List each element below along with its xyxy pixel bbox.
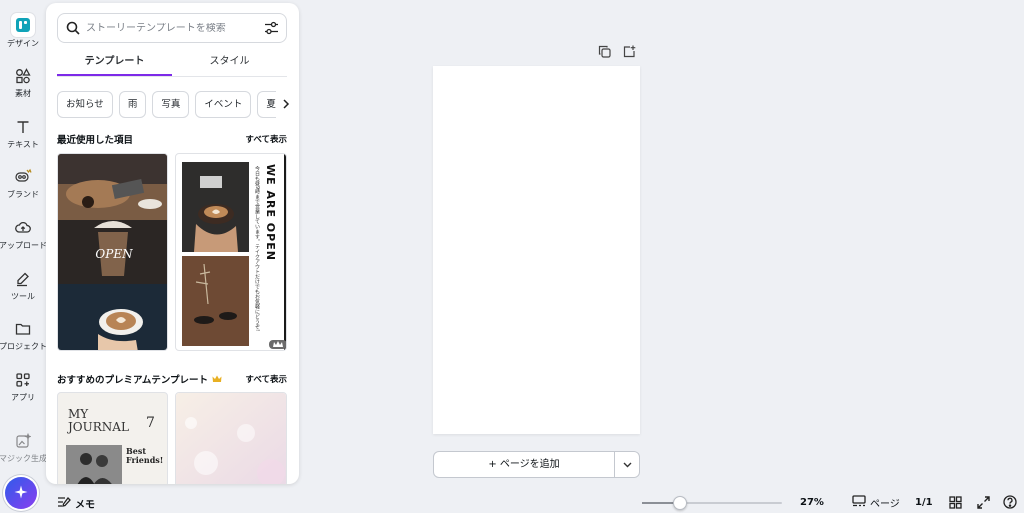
fullscreen-icon[interactable]	[976, 495, 990, 509]
grid-view-icon[interactable]	[948, 495, 962, 509]
search-icon	[66, 21, 80, 35]
rail-item-label: ツール	[11, 292, 35, 301]
premium-see-all-link[interactable]: すべて表示	[245, 373, 287, 385]
templates-panel: テンプレート スタイル お知らせ 雨 写真 イベント 夏 最近使用した項目 すべ…	[46, 3, 299, 484]
premium-section-title: おすすめのプレミアムテンプレート	[57, 375, 209, 386]
rail-item-text[interactable]: テキスト	[0, 113, 46, 159]
notes-icon	[57, 496, 71, 511]
premium-template-bokeh[interactable]	[175, 392, 287, 484]
apps-icon	[12, 369, 34, 391]
add-page-icon[interactable]	[623, 45, 636, 61]
template-b-title: WE ARE OPEN	[264, 164, 277, 261]
filter-chips: お知らせ 雨 写真 イベント 夏	[57, 91, 293, 119]
design-page-canvas[interactable]	[433, 66, 640, 434]
filter-icon[interactable]	[264, 21, 279, 35]
bottom-bar: メモ 27% ページ 1/1	[0, 490, 1024, 513]
rail-item-upload[interactable]: アップロード	[0, 214, 47, 260]
tab-templates[interactable]: テンプレート	[57, 51, 172, 76]
duplicate-page-icon[interactable]	[598, 45, 611, 61]
text-icon	[12, 116, 34, 138]
folder-icon	[12, 318, 34, 340]
tab-styles[interactable]: スタイル	[172, 51, 287, 76]
zoom-slider-handle[interactable]	[673, 496, 687, 510]
design-icon	[11, 13, 35, 37]
rail-item-elements[interactable]: 素材	[0, 62, 46, 108]
crown-icon	[212, 373, 222, 386]
zoom-level[interactable]: 27%	[800, 497, 824, 508]
premium-template-journal[interactable]: MY JOURNAL 7 Best Friends!	[57, 392, 168, 484]
chip-event[interactable]: イベント	[195, 91, 252, 118]
upload-icon	[12, 217, 34, 239]
rail-item-label: テキスト	[7, 140, 39, 149]
rail-item-projects[interactable]: プロジェクト	[0, 315, 47, 361]
draw-icon	[12, 268, 34, 290]
add-page-control: + ページを追加	[433, 451, 640, 478]
rail-item-label: マジック生成	[0, 454, 47, 463]
rail-item-label: デザイン	[7, 39, 39, 48]
journal-title: MY JOURNAL	[68, 407, 129, 434]
add-page-dropdown-button[interactable]	[615, 452, 639, 477]
elements-icon	[12, 65, 34, 87]
template-b-body-text: 今日も昼9時まで営業しています。テイクアウトだけでもお気軽にどうぞ!	[254, 166, 260, 332]
rail-item-draw[interactable]: ツール	[0, 265, 46, 311]
brand-icon	[12, 166, 34, 188]
journal-number: 7	[146, 415, 155, 431]
recent-template-we-are-open[interactable]: WE ARE OPEN 今日も昼9時まで営業しています。テイクアウトだけでもお気…	[175, 153, 287, 351]
chip-photo[interactable]: 写真	[152, 91, 190, 118]
journal-photo	[66, 445, 122, 484]
chevron-down-icon	[623, 458, 632, 471]
pages-label: ページ	[870, 499, 900, 510]
rail-item-label: アップロード	[0, 241, 47, 250]
recent-template-cafe-open[interactable]: OPEN	[57, 153, 168, 351]
premium-section-header: おすすめのプレミアムテンプレート すべて表示	[57, 372, 287, 386]
left-rail: デザイン 素材 テキスト ブランド アップロード ツール プロジェクト アプリ …	[0, 0, 47, 513]
chip-announcement[interactable]: お知らせ	[57, 91, 113, 118]
add-page-button[interactable]: + ページを追加	[434, 452, 615, 477]
panel-tabs: テンプレート スタイル	[57, 51, 287, 77]
page-count: 1/1	[915, 497, 933, 508]
pages-icon	[852, 495, 866, 510]
help-icon[interactable]	[1003, 495, 1017, 509]
rail-item-label: アプリ	[11, 393, 35, 402]
rail-item-label: プロジェクト	[0, 342, 47, 351]
recent-see-all-link[interactable]: すべて表示	[245, 133, 287, 145]
rail-item-magic-media[interactable]: マジック生成	[0, 427, 47, 473]
notes-button[interactable]: メモ	[57, 496, 95, 511]
template-search-box[interactable]	[57, 13, 287, 43]
chips-scroll-right-button[interactable]	[276, 91, 296, 118]
rail-item-label: 素材	[15, 89, 31, 98]
journal-heading: Best Friends!	[126, 446, 164, 465]
recent-section-header: 最近使用した項目 すべて表示	[57, 132, 287, 146]
rail-item-apps[interactable]: アプリ	[0, 366, 46, 412]
zoom-slider[interactable]	[642, 496, 782, 510]
rail-item-design[interactable]: デザイン	[0, 10, 46, 56]
pages-button[interactable]: ページ	[852, 495, 900, 510]
magic-media-icon	[12, 430, 34, 452]
template-preview-image	[176, 393, 286, 484]
chevron-right-icon	[282, 97, 290, 113]
template-a-script-text: OPEN	[95, 247, 133, 261]
rail-item-label: ブランド	[7, 190, 39, 199]
chip-rain[interactable]: 雨	[118, 91, 147, 118]
page-actions	[598, 45, 642, 61]
notes-label: メモ	[75, 500, 95, 511]
recent-section-title: 最近使用した項目	[57, 135, 134, 146]
rail-item-brand[interactable]: ブランド	[0, 163, 46, 209]
template-search-input[interactable]	[86, 22, 256, 34]
